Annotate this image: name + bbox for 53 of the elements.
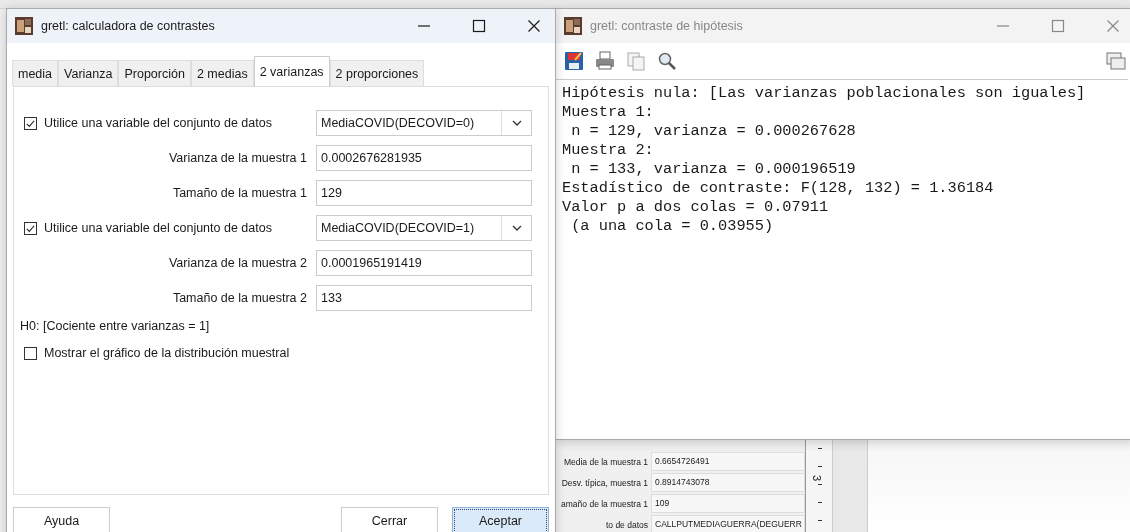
text-field[interactable]: 0.8914743078 (651, 473, 805, 492)
dialog-button[interactable]: Aceptar (452, 507, 549, 532)
print-icon[interactable] (595, 51, 615, 71)
checkbox-label: Mostrar el gráfico de la distribución muestral (44, 346, 290, 360)
output-line: Hipótesis nula: [Las varianzas poblacionales son iguales] (562, 84, 1087, 103)
field-label: Tamaño de la muestra 1 (171, 185, 307, 202)
text-field[interactable]: 109 (651, 494, 805, 513)
hypothesis-text: H0: [Cociente entre varianzas = 1] (20, 318, 211, 335)
dropdown[interactable]: MediaCOVID(DECOVID=1) (316, 215, 532, 241)
maximize-icon[interactable] (472, 19, 486, 33)
text-field[interactable]: 0.0002676281935 (316, 145, 532, 171)
search-icon[interactable] (657, 51, 677, 71)
text-field[interactable]: CALLPUTMEDIAGUERRA(DEGUERR (651, 515, 805, 532)
windows-icon[interactable] (1106, 51, 1126, 71)
tab[interactable]: 2 varianzas (253, 56, 330, 86)
text-field[interactable]: 0.6654726491 (651, 452, 805, 471)
tab[interactable]: 2 medias (190, 60, 254, 86)
output-line: Valor p a dos colas = 0.07911 (562, 198, 830, 217)
field-label: to de datos (604, 519, 649, 530)
tab[interactable]: media (12, 60, 59, 86)
dialog-button[interactable]: Cerrar (341, 507, 438, 532)
text-field[interactable]: 133 (316, 285, 532, 311)
window-title: gretl: calculadora de contrastes (41, 19, 215, 33)
field-label: Varianza de la muestra 1 (167, 150, 307, 167)
close-icon[interactable] (527, 19, 541, 33)
output-line: n = 129, varianza = 0.000267628 (570, 122, 857, 141)
checkbox-label: Utilice una variable del conjunto de datos (44, 221, 272, 235)
field-label: Desv. típica, muestra 1 (560, 477, 649, 488)
output-line: Muestra 1: (562, 103, 655, 122)
field-label: Varianza de la muestra 2 (167, 255, 307, 272)
tab[interactable]: Varianza (58, 60, 119, 86)
app-icon[interactable] (15, 17, 33, 35)
tab[interactable]: Proporción (118, 60, 191, 86)
output-line: (a una cola = 0.03955) (570, 217, 775, 236)
tab[interactable]: 2 proporciones (329, 60, 425, 86)
text-field[interactable]: 0.0001965191419 (316, 250, 532, 276)
app-icon[interactable] (564, 17, 582, 35)
checkbox[interactable] (24, 116, 37, 130)
output-line: n = 133, varianza = 0.000196519 (570, 160, 857, 179)
dropdown[interactable]: MediaCOVID(DECOVID=0) (316, 110, 532, 136)
save-icon[interactable] (564, 51, 584, 71)
text-field[interactable]: 129 (316, 180, 532, 206)
checkbox-label: Utilice una variable del conjunto de datos (44, 116, 272, 130)
window-title: gretl: contraste de hipótesis (590, 19, 743, 33)
checkbox[interactable] (24, 221, 37, 235)
field-label: Tamaño de la muestra 2 (171, 290, 307, 307)
ruler-label: 3 (811, 474, 824, 482)
field-label: amaño de la muestra 1 (560, 498, 649, 509)
output-line: Estadístico de contraste: F(128, 132) = 1.36184 (562, 179, 995, 198)
output-line: Muestra 2: (562, 141, 655, 160)
dialog-button[interactable]: Ayuda (13, 507, 110, 532)
checkbox[interactable] (24, 346, 37, 360)
field-label: Media de la muestra 1 (562, 456, 649, 467)
